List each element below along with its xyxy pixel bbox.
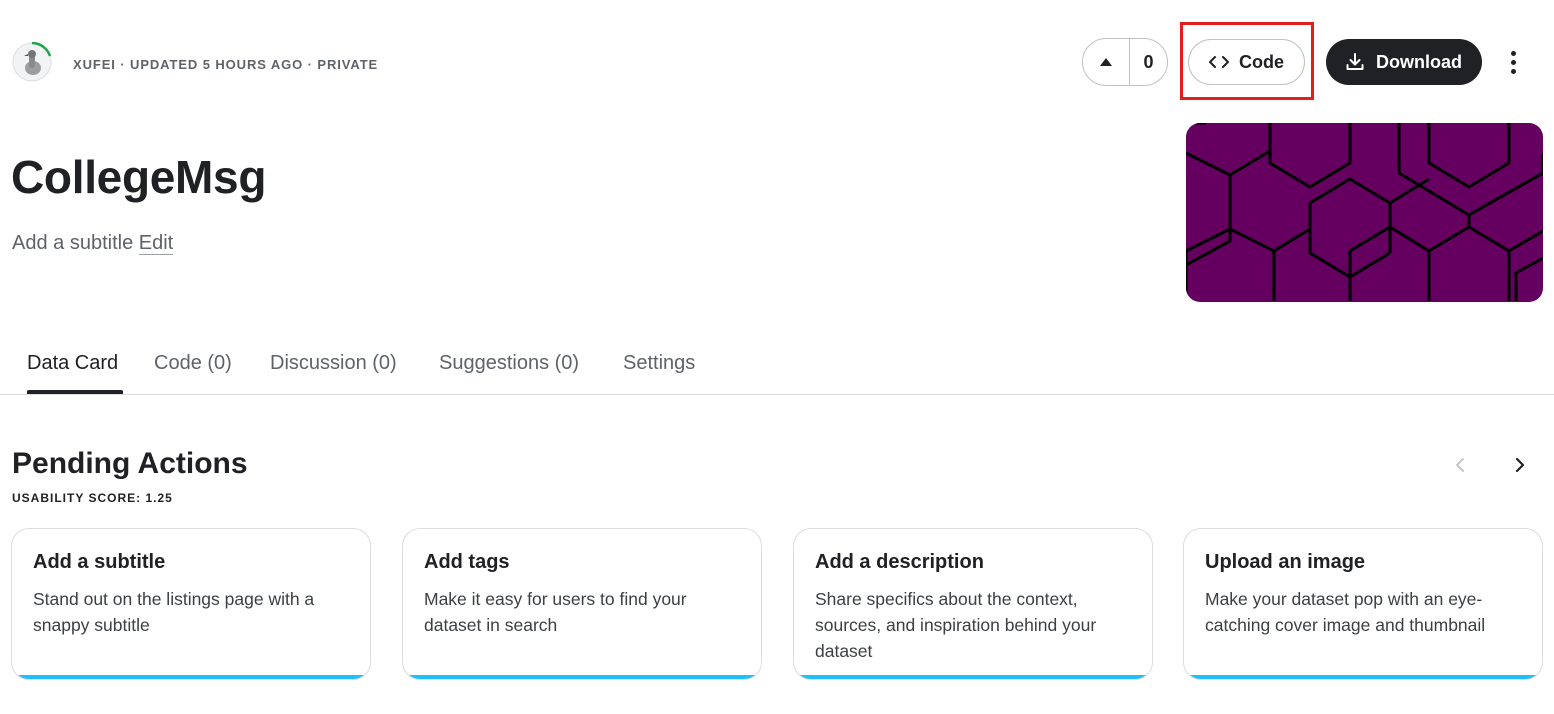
code-brackets-icon	[1209, 56, 1229, 68]
tab-data-card[interactable]: Data Card	[27, 352, 118, 375]
dataset-title: CollegeMsg	[11, 151, 267, 203]
card-description: Share specifics about the context, sourc…	[815, 589, 1097, 661]
action-card-description[interactable]: Add a description Share specifics about …	[793, 528, 1153, 680]
carousel-next-button[interactable]	[1508, 452, 1532, 478]
subtitle-placeholder: Add a subtitle	[12, 232, 134, 254]
card-title: Upload an image	[1205, 551, 1366, 573]
more-vertical-icon-dot	[1510, 68, 1516, 74]
card-description: Stand out on the listings page with a sn…	[33, 589, 315, 635]
usability-score: USABILITY SCORE: 1.25	[12, 491, 173, 505]
action-card-subtitle[interactable]: Add a subtitle Stand out on the listings…	[11, 528, 371, 680]
card-title: Add a description	[815, 551, 984, 573]
download-button[interactable]: Download	[1326, 39, 1482, 85]
more-vertical-icon-dot	[1510, 59, 1516, 65]
action-card-image[interactable]: Upload an image Make your dataset pop wi…	[1183, 528, 1543, 680]
card-accent-bar	[1184, 675, 1542, 679]
chevron-left-icon	[1456, 458, 1464, 472]
vote-control: 0	[1082, 38, 1168, 86]
upvote-button[interactable]	[1083, 39, 1129, 85]
chevron-right-icon	[1515, 457, 1525, 473]
tab-code[interactable]: Code (0)	[154, 352, 232, 375]
code-button[interactable]: Code	[1188, 39, 1305, 85]
card-description: Make it easy for users to find your data…	[424, 589, 687, 635]
tab-bar: Data Card Code (0) Discussion (0) Sugges…	[0, 340, 1554, 395]
tab-suggestions[interactable]: Suggestions (0)	[439, 352, 579, 375]
download-icon	[1346, 53, 1364, 70]
dataset-meta: XUFEI · UPDATED 5 HOURS AGO · PRIVATE	[73, 57, 379, 72]
cover-image	[1186, 123, 1543, 302]
goose-avatar-icon	[12, 42, 52, 82]
action-card-tags[interactable]: Add tags Make it easy for users to find …	[402, 528, 762, 680]
pending-actions-title: Pending Actions	[12, 447, 248, 480]
hexagon-pattern	[1186, 123, 1543, 301]
card-accent-bar	[12, 675, 370, 679]
more-vertical-icon	[1510, 50, 1516, 56]
owner-avatar[interactable]	[12, 42, 52, 82]
active-tab-indicator	[27, 390, 123, 394]
carousel-prev-button[interactable]	[1448, 452, 1472, 478]
more-options-button[interactable]	[1498, 44, 1528, 80]
card-accent-bar	[403, 675, 761, 679]
card-accent-bar	[794, 675, 1152, 679]
edit-subtitle-link[interactable]: Edit	[138, 232, 174, 255]
download-button-label: Download	[1376, 51, 1462, 72]
card-title: Add tags	[424, 551, 510, 573]
code-button-label: Code	[1239, 51, 1284, 72]
tab-discussion[interactable]: Discussion (0)	[270, 352, 397, 375]
vote-count: 0	[1143, 51, 1154, 72]
card-description: Make your dataset pop with an eye-catchi…	[1205, 589, 1486, 635]
triangle-up-icon	[1100, 58, 1112, 66]
subtitle-row: Add a subtitle Edit	[12, 232, 174, 255]
tab-settings[interactable]: Settings	[623, 352, 695, 375]
card-title: Add a subtitle	[33, 551, 166, 573]
